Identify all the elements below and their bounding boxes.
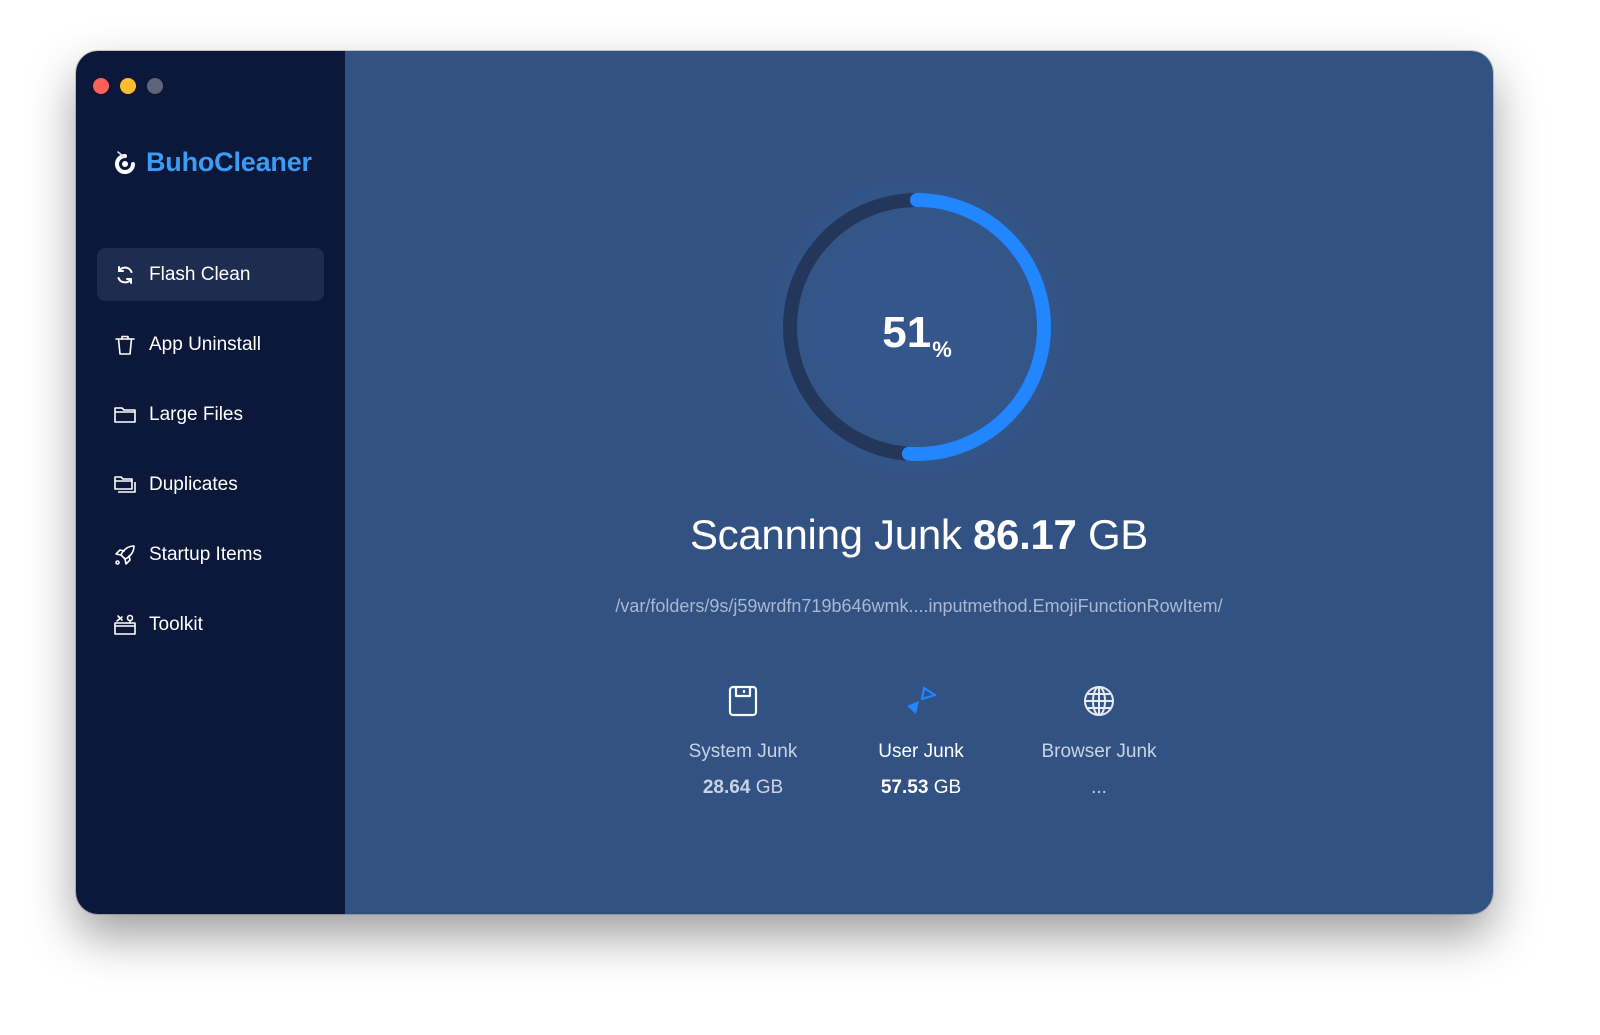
category-system-junk: System Junk 28.64 GB <box>654 679 832 799</box>
hourglass-spinner-icon <box>907 686 937 714</box>
minimize-window-button[interactable] <box>120 78 136 94</box>
sidebar-nav: Flash Clean App Uninstall Large Files Du… <box>97 248 324 668</box>
sidebar: BuhoCleaner Flash Clean App Uninstall La… <box>76 51 345 914</box>
category-unit: GB <box>755 777 784 798</box>
window-controls <box>93 78 163 94</box>
junk-categories: System Junk 28.64 GB User Junk 57.53 GB <box>654 679 1188 799</box>
category-size: 57.53 GB <box>832 777 1010 799</box>
trash-icon <box>115 335 135 355</box>
category-amount: 57.53 <box>880 777 929 798</box>
sidebar-item-label: App Uninstall <box>149 333 261 355</box>
headline-unit: GB <box>1087 511 1149 558</box>
progress-percentage: 51 % <box>781 191 1053 463</box>
sidebar-item-label: Large Files <box>149 403 243 425</box>
category-amount: 28.64 <box>702 777 751 798</box>
close-window-button[interactable] <box>93 78 109 94</box>
folder-icon <box>114 406 136 423</box>
category-size: 28.64 GB <box>654 777 832 799</box>
category-amount: ... <box>1091 777 1107 798</box>
sidebar-item-label: Startup Items <box>149 543 262 565</box>
toolbox-icon <box>114 614 136 635</box>
sidebar-item-app-uninstall[interactable]: App Uninstall <box>97 318 324 371</box>
sidebar-item-label: Flash Clean <box>149 263 251 285</box>
flash-clean-panel: 51 % Scanning Junk 86.17 GB /var/folders… <box>345 51 1493 914</box>
maximize-window-button[interactable] <box>147 78 163 94</box>
sidebar-item-flash-clean[interactable]: Flash Clean <box>97 248 324 301</box>
category-size: ... <box>1010 777 1188 799</box>
buho-owl-logo-icon <box>115 150 135 174</box>
headline-amount: 86.17 <box>972 511 1077 558</box>
sidebar-item-label: Toolkit <box>149 613 203 635</box>
progress-value: 51 <box>882 308 932 357</box>
app-window: BuhoCleaner Flash Clean App Uninstall La… <box>76 51 1493 914</box>
refresh-icon <box>117 265 133 284</box>
floppy-disk-icon <box>728 685 758 717</box>
scan-headline: Scanning Junk 86.17 GB <box>345 511 1493 559</box>
category-label: Browser Junk <box>1041 741 1157 762</box>
sidebar-item-label: Duplicates <box>149 473 238 495</box>
scan-progress-ring: 51 % <box>751 161 1083 493</box>
sidebar-item-large-files[interactable]: Large Files <box>97 388 324 441</box>
duplicate-folders-icon <box>114 475 136 493</box>
category-label: User Junk <box>878 741 964 762</box>
app-logo: BuhoCleaner <box>112 147 312 178</box>
rocket-icon <box>115 544 135 565</box>
progress-unit: % <box>932 337 952 362</box>
category-label: System Junk <box>688 741 798 762</box>
globe-icon <box>1084 686 1114 716</box>
category-user-junk: User Junk 57.53 GB <box>832 679 1010 799</box>
sidebar-item-duplicates[interactable]: Duplicates <box>97 458 324 511</box>
current-scan-path: /var/folders/9s/j59wrdfn719b646wmk....in… <box>615 596 1223 616</box>
app-name: BuhoCleaner <box>146 147 312 177</box>
sidebar-item-startup-items[interactable]: Startup Items <box>97 528 324 581</box>
category-browser-junk: Browser Junk ... <box>1010 679 1188 799</box>
sidebar-item-toolkit[interactable]: Toolkit <box>97 598 324 651</box>
category-unit: GB <box>933 777 962 798</box>
headline-prefix: Scanning Junk <box>689 511 962 558</box>
